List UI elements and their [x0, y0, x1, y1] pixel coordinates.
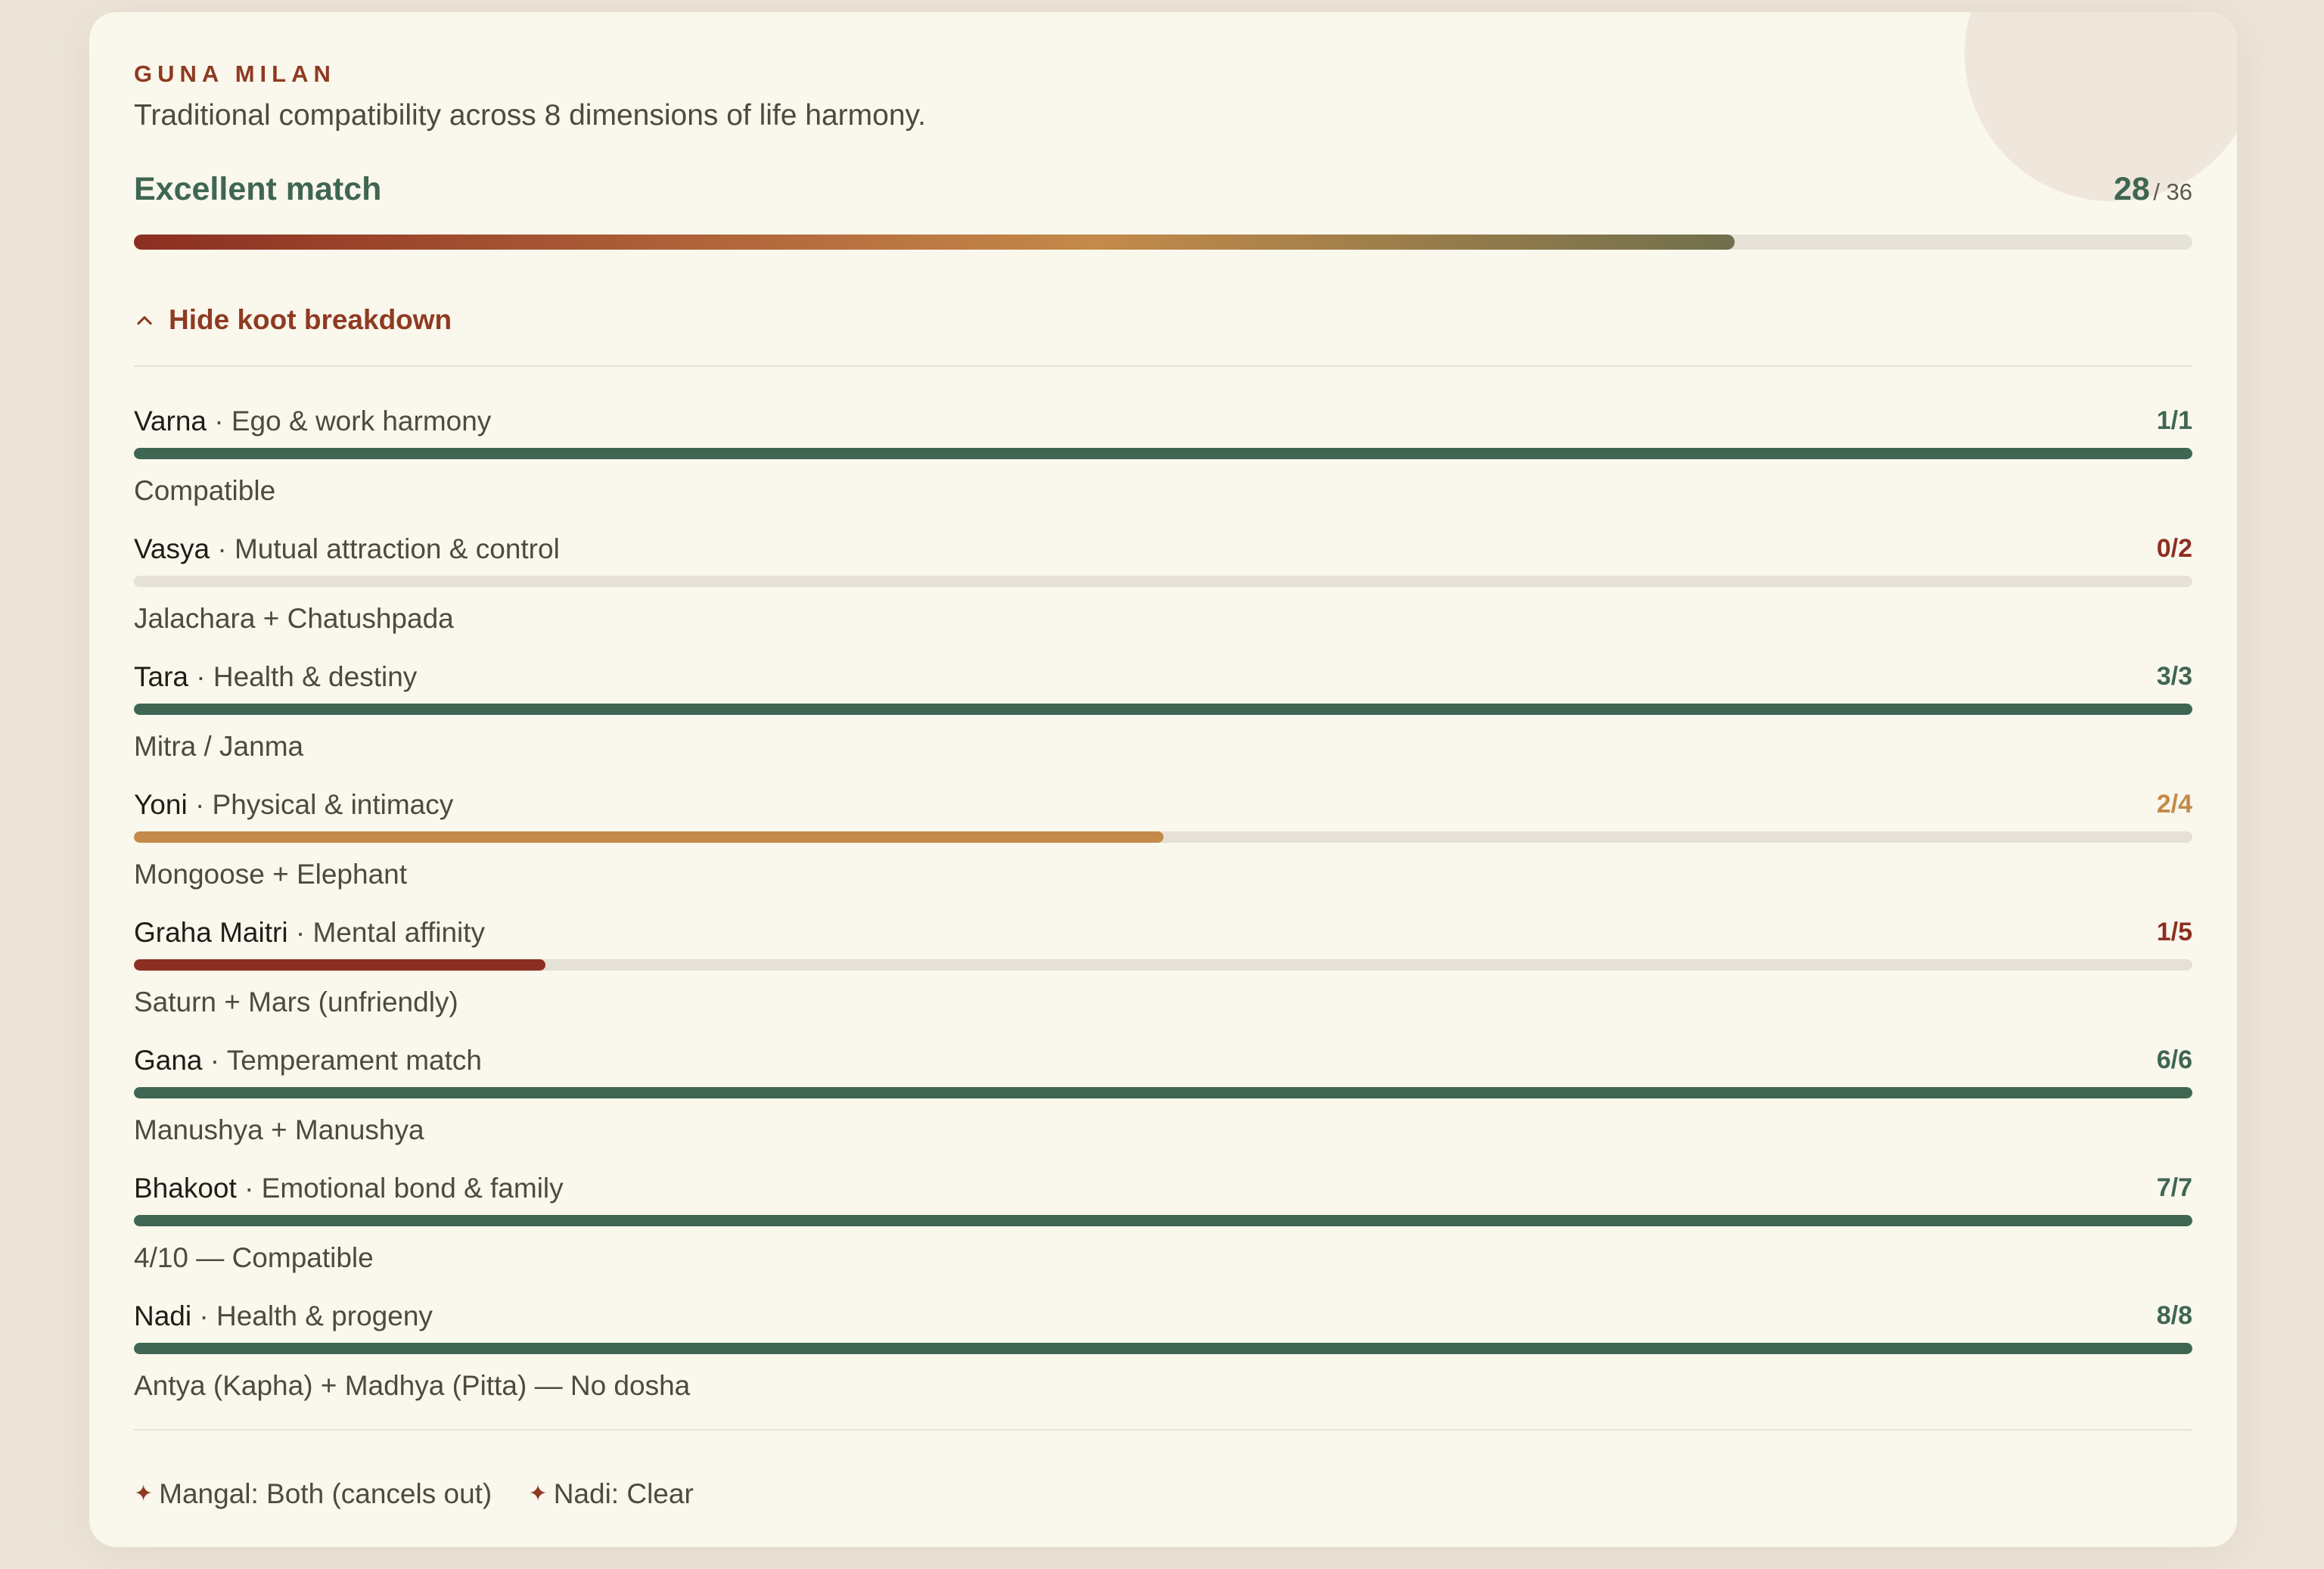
- divider: [134, 365, 2192, 367]
- koot-score: 6/6: [2156, 1045, 2192, 1074]
- koot-heading: Gana · Temperament match: [134, 1045, 482, 1077]
- koot-description: · Mutual attraction & control: [217, 533, 560, 564]
- koot-score-bar-fill: [134, 704, 2192, 715]
- koot-score-bar-fill: [134, 448, 2192, 459]
- total-score-bar-fill: [134, 235, 1735, 250]
- koot-row: Varna · Ego & work harmony 1/1 Compatible: [134, 405, 2192, 534]
- koot-row: Vasya · Mutual attraction & control 0/2 Ja…: [134, 533, 2192, 662]
- dosha-footer: ✦ Mangal: Both (cancels out) ✦ Nadi: Cle…: [134, 1476, 722, 1510]
- koot-name: Bhakoot: [134, 1173, 237, 1204]
- koot-row: Tara · Health & destiny 3/3 Mitra / Janma: [134, 661, 2192, 790]
- koot-heading: Graha Maitri · Mental affinity: [134, 917, 485, 949]
- koot-detail: Antya (Kapha) + Madhya (Pitta) — No dosh…: [134, 1370, 691, 1401]
- koot-score-bar: [134, 1215, 2192, 1226]
- koot-description: · Health & destiny: [196, 661, 418, 692]
- sparkle-icon: ✦: [528, 1481, 548, 1506]
- koot-detail: Compatible: [134, 475, 276, 506]
- total-score-max: / 36: [2153, 179, 2192, 205]
- koot-heading: Vasya · Mutual attraction & control: [134, 533, 560, 565]
- total-score-value: 28: [2113, 171, 2150, 207]
- koot-detail: Jalachara + Chatushpada: [134, 603, 454, 634]
- koot-score: 2/4: [2156, 790, 2192, 819]
- koot-description: · Mental affinity: [295, 917, 486, 948]
- koot-score-bar: [134, 1343, 2192, 1354]
- koot-score-bar: [134, 576, 2192, 587]
- koot-heading: Varna · Ego & work harmony: [134, 405, 491, 437]
- koot-score: 1/1: [2156, 406, 2192, 435]
- koot-score: 3/3: [2156, 662, 2192, 691]
- koot-detail: 4/10 — Compatible: [134, 1242, 374, 1273]
- koot-score-bar: [134, 704, 2192, 715]
- dosha-mangal-text: Mangal: Both (cancels out): [159, 1477, 492, 1509]
- match-verdict: Excellent match: [134, 171, 382, 207]
- koot-score: 0/2: [2156, 534, 2192, 563]
- koot-description: · Ego & work harmony: [214, 405, 492, 437]
- koot-detail: Saturn + Mars (unfriendly): [134, 986, 458, 1018]
- koot-row: Bhakoot · Emotional bond & family 7/7 4/10…: [134, 1173, 2192, 1301]
- section-subtitle: Traditional compatibility across 8 dimen…: [134, 99, 926, 132]
- koot-name: Vasya: [134, 533, 210, 564]
- koot-detail: Mitra / Janma: [134, 731, 304, 762]
- koot-description: · Temperament match: [210, 1045, 482, 1076]
- dosha-nadi-text: Nadi: Clear: [553, 1477, 694, 1509]
- koot-row: Graha Maitri · Mental affinity 1/5 Saturn …: [134, 917, 2192, 1045]
- koot-name: Gana: [134, 1045, 203, 1076]
- koot-row: Nadi · Health & progeny 8/8 Antya (Kapha) …: [134, 1300, 2192, 1429]
- koot-score-bar-fill: [134, 831, 1164, 843]
- decorative-corner-circle: [1965, 12, 2237, 201]
- koot-name: Varna: [134, 405, 207, 437]
- koot-score: 1/5: [2156, 918, 2192, 946]
- total-score-bar: [134, 235, 2192, 250]
- chevron-up-icon: [137, 315, 152, 325]
- koot-score-bar: [134, 831, 2192, 843]
- koot-score-bar-fill: [134, 1215, 2192, 1226]
- toggle-breakdown-label: Hide koot breakdown: [169, 304, 452, 335]
- koot-score-bar: [134, 448, 2192, 459]
- koot-row: Gana · Temperament match 6/6 Manushya + Ma…: [134, 1045, 2192, 1173]
- koot-detail: Manushya + Manushya: [134, 1114, 424, 1145]
- koot-name: Graha Maitri: [134, 917, 288, 948]
- koot-score: 8/8: [2156, 1301, 2192, 1330]
- koot-heading: Bhakoot · Emotional bond & family: [134, 1173, 564, 1204]
- koot-description: · Emotional bond & family: [244, 1173, 564, 1204]
- koot-row: Yoni · Physical & intimacy 2/4 Mongoose + …: [134, 789, 2192, 918]
- koot-score-bar: [134, 959, 2192, 971]
- koot-heading: Tara · Health & destiny: [134, 661, 417, 693]
- koot-name: Yoni: [134, 789, 188, 820]
- koot-name: Tara: [134, 661, 188, 692]
- koot-description: · Physical & intimacy: [194, 789, 454, 820]
- section-kicker: GUNA MILAN: [134, 61, 336, 87]
- koot-score-bar: [134, 1087, 2192, 1098]
- koot-score-bar-fill: [134, 1343, 2192, 1354]
- dosha-item-nadi: ✦ Nadi: Clear: [529, 1478, 694, 1510]
- koot-description: · Health & progeny: [199, 1300, 433, 1331]
- sparkle-icon: ✦: [134, 1481, 154, 1506]
- koot-name: Nadi: [134, 1300, 192, 1331]
- dosha-item-mangal: ✦ Mangal: Both (cancels out): [134, 1478, 492, 1510]
- guna-milan-card: GUNA MILAN Traditional compatibility acr…: [89, 12, 2237, 1547]
- koot-heading: Yoni · Physical & intimacy: [134, 789, 453, 821]
- total-score: 28 / 36: [2114, 171, 2192, 208]
- toggle-breakdown-button[interactable]: Hide koot breakdown: [134, 304, 452, 336]
- koot-score-bar-fill: [134, 1087, 2192, 1098]
- koot-heading: Nadi · Health & progeny: [134, 1300, 433, 1332]
- koot-detail: Mongoose + Elephant: [134, 859, 408, 890]
- divider: [134, 1429, 2192, 1431]
- koot-score: 7/7: [2156, 1173, 2192, 1202]
- koot-score-bar-fill: [134, 959, 546, 971]
